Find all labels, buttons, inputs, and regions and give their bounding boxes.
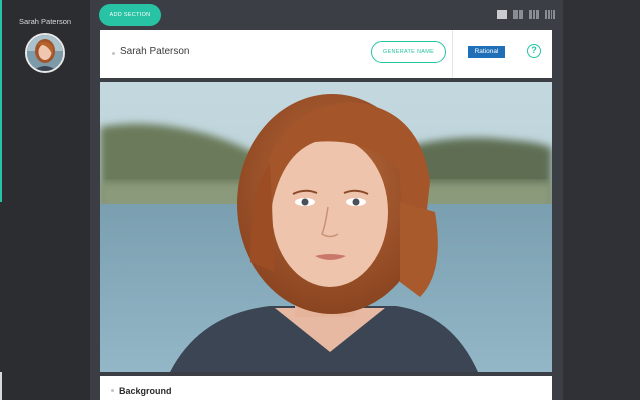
- three-column-icon[interactable]: [529, 10, 540, 19]
- help-icon[interactable]: ?: [527, 44, 541, 58]
- four-column-icon[interactable]: [545, 10, 555, 19]
- right-panel: [563, 0, 640, 400]
- portrait-photo-image: [100, 82, 552, 372]
- two-column-icon[interactable]: [513, 10, 523, 19]
- sidebar-active-indicator: [0, 0, 2, 202]
- avatar-portrait-icon: [27, 35, 63, 71]
- sidebar-profile-name[interactable]: Sarah Paterson: [0, 17, 90, 26]
- drag-handle-icon[interactable]: [111, 389, 114, 392]
- profile-photo[interactable]: [100, 82, 552, 372]
- layout-toggle-group: [497, 10, 555, 19]
- drag-handle-icon[interactable]: [112, 52, 115, 55]
- section-background-card: Background: [100, 376, 552, 400]
- profile-name-field[interactable]: Sarah Paterson: [120, 46, 190, 57]
- sidebar-bottom-indicator: [0, 372, 2, 400]
- header-divider: [452, 30, 453, 78]
- sidebar: Sarah Paterson: [0, 0, 90, 400]
- profile-avatar[interactable]: [25, 33, 65, 73]
- add-section-button[interactable]: ADD SECTION: [99, 4, 161, 26]
- profile-header-card: Sarah Paterson GENERATE NAME Rational ?: [100, 30, 552, 78]
- section-title: Background: [119, 386, 172, 396]
- personality-badge[interactable]: Rational: [468, 46, 505, 58]
- generate-name-button[interactable]: GENERATE NAME: [371, 41, 446, 63]
- one-column-icon[interactable]: [497, 10, 507, 19]
